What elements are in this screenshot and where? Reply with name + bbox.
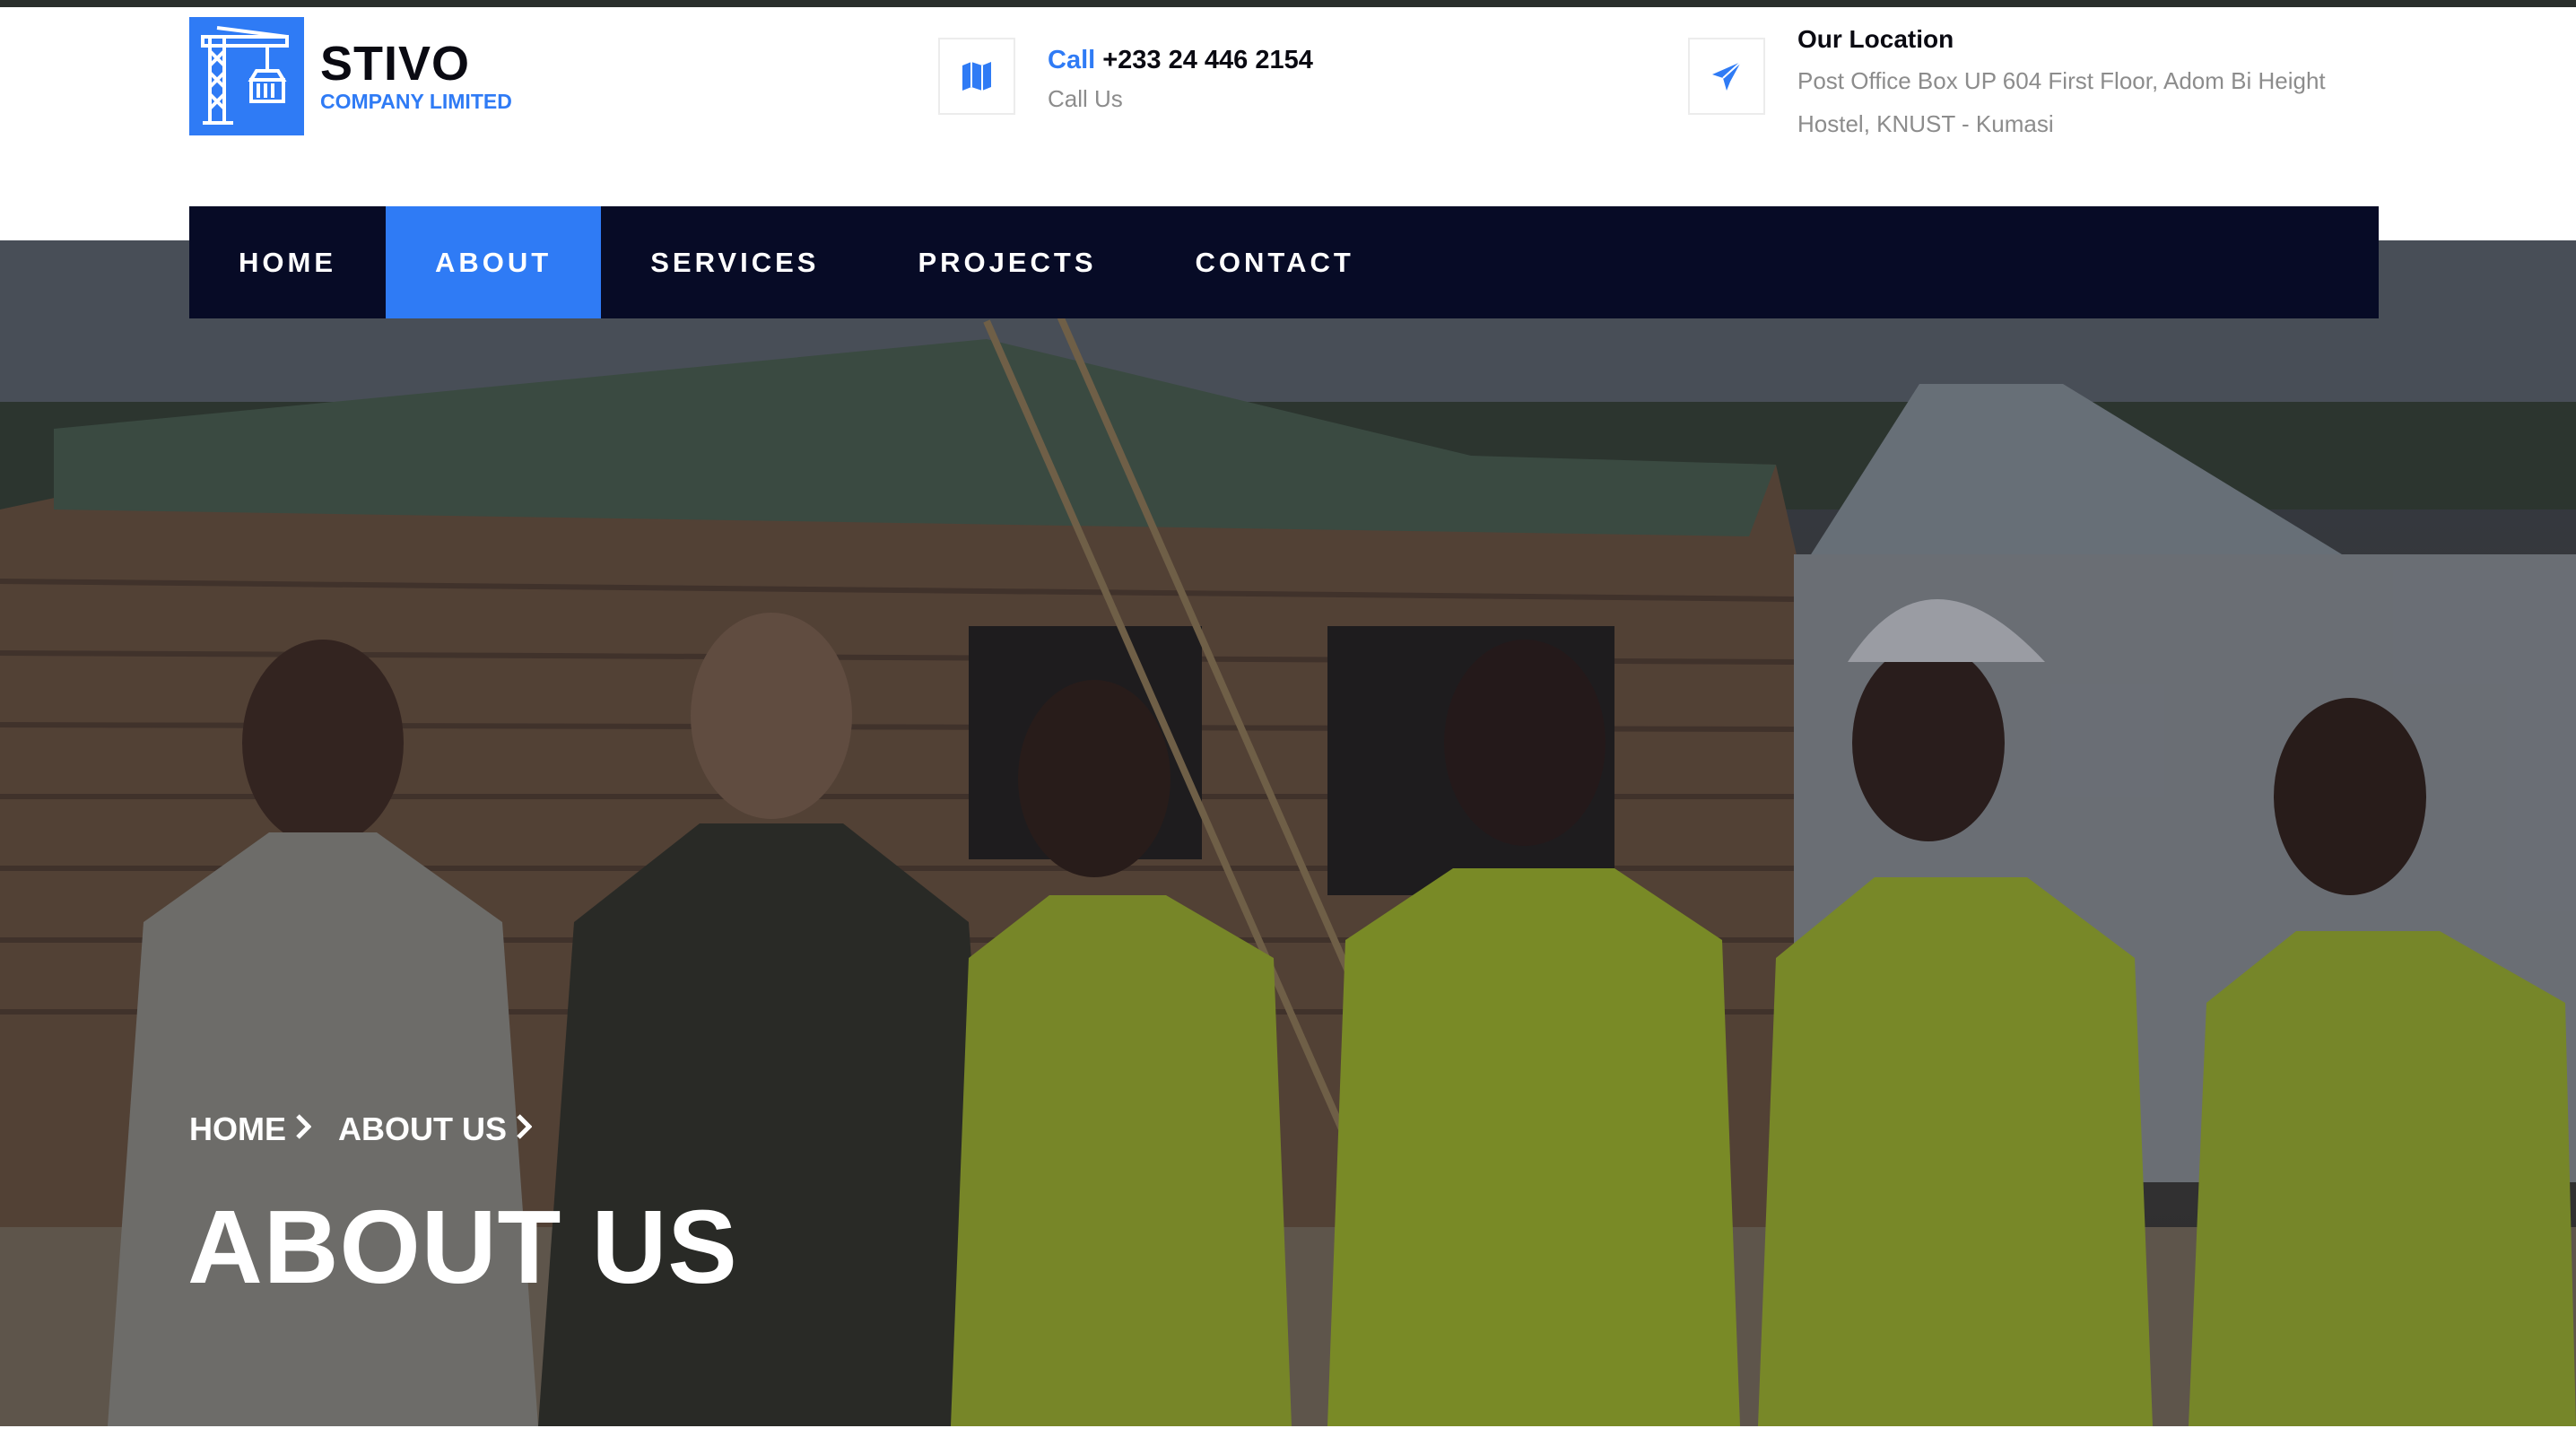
breadcrumb: HOME ABOUT US <box>189 1110 533 1148</box>
site-header: STIVO COMPANY LIMITED Call +233 24 446 21… <box>0 7 2576 240</box>
location-info: Our Location Post Office Box UP 604 Firs… <box>1688 25 2354 145</box>
page-title: ABOUT US <box>187 1189 738 1305</box>
brand-subtitle: COMPANY LIMITED <box>320 90 512 113</box>
phone-line[interactable]: Call +233 24 446 2154 <box>1048 43 1313 77</box>
brand-logo[interactable]: STIVO COMPANY LIMITED <box>189 17 512 135</box>
phone-number[interactable]: +233 24 446 2154 <box>1102 46 1313 74</box>
nav-item-contact[interactable]: CONTACT <box>1146 206 1404 318</box>
breadcrumb-about-us[interactable]: ABOUT US <box>338 1110 533 1148</box>
brand-name: STIVO <box>320 37 471 91</box>
breadcrumb-label: ABOUT US <box>338 1110 507 1147</box>
nav-item-home[interactable]: HOME <box>189 206 386 318</box>
call-caption: Call Us <box>1048 85 1123 112</box>
nav-item-projects[interactable]: PROJECTS <box>868 206 1145 318</box>
nav-item-services[interactable]: SERVICES <box>601 206 868 318</box>
tower-crane-icon <box>189 17 304 135</box>
chevron-right-icon <box>295 1110 312 1148</box>
location-address: Post Office Box UP 604 First Floor, Adom… <box>1797 67 2326 137</box>
nav-item-about[interactable]: ABOUT <box>386 206 602 318</box>
call-info: Call +233 24 446 2154 Call Us <box>938 38 1313 120</box>
breadcrumb-label: HOME <box>189 1110 286 1147</box>
chevron-right-icon <box>516 1110 533 1148</box>
map-icon <box>938 38 1015 115</box>
location-title: Our Location <box>1797 25 1954 53</box>
paper-plane-icon <box>1688 38 1765 115</box>
call-label: Call <box>1048 46 1096 74</box>
main-navigation: HOME ABOUT SERVICES PROJECTS CONTACT <box>189 206 2379 318</box>
breadcrumb-home[interactable]: HOME <box>189 1110 312 1148</box>
top-accent-strip <box>0 0 2576 7</box>
